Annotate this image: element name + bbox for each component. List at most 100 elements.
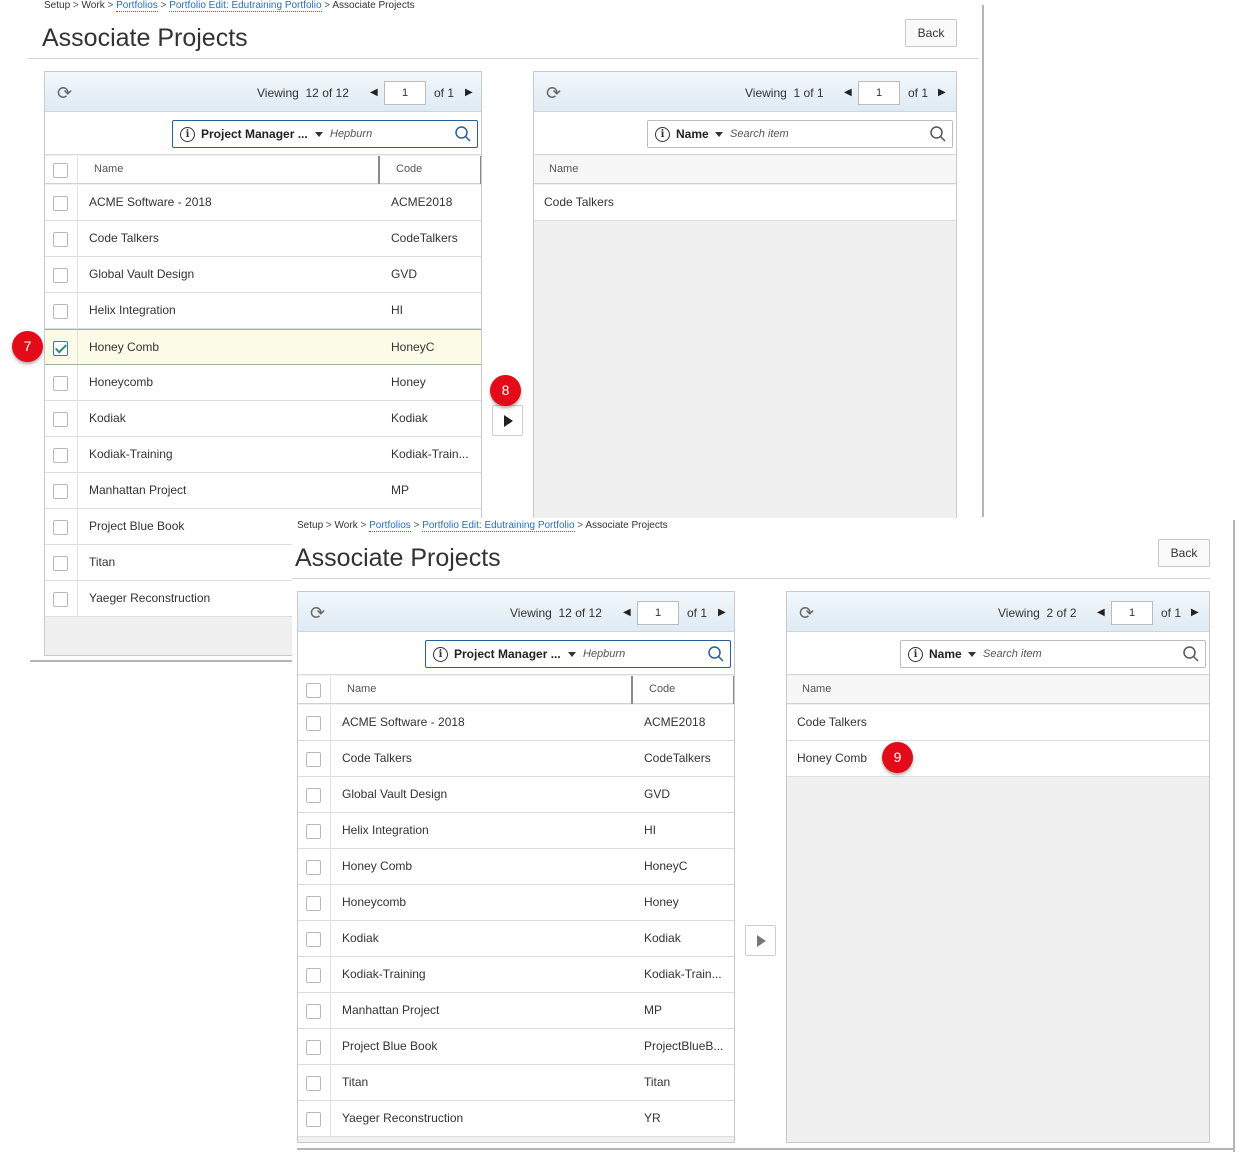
filter-field-select[interactable]: Name [676,127,709,141]
info-icon[interactable]: i [433,647,448,662]
search-icon[interactable] [454,125,472,143]
breadcrumb-work[interactable]: Work [335,520,358,531]
table-row[interactable]: ACME Software - 2018 ACME2018 [298,705,734,741]
move-right-button[interactable] [492,405,523,436]
row-checkbox[interactable] [53,520,68,535]
filter-value[interactable]: Hepburn [583,648,625,660]
chevron-down-icon[interactable] [568,652,576,657]
chevron-down-icon[interactable] [715,132,723,137]
filter-value[interactable]: Hepburn [330,128,372,140]
row-checkbox[interactable] [53,484,68,499]
column-header-code[interactable]: Code [396,163,422,175]
filter-field-select[interactable]: Project Manager ... [201,127,308,141]
column-header-name[interactable]: Name [347,683,376,695]
row-checkbox[interactable] [53,268,68,283]
row-checkbox[interactable] [306,752,321,767]
row-checkbox[interactable] [306,1112,321,1127]
page-input[interactable]: 1 [637,601,679,625]
breadcrumb-portfolio-edit[interactable]: Portfolio Edit: Edutraining Portfolio [169,0,322,12]
refresh-icon[interactable]: ⟳ [57,84,77,104]
info-icon[interactable]: i [180,127,195,142]
column-header-code[interactable]: Code [649,683,675,695]
table-row[interactable]: Honeycomb Honey [45,365,481,401]
table-row[interactable]: Global Vault Design GVD [298,777,734,813]
table-row[interactable]: Manhattan Project MP [45,473,481,509]
refresh-icon[interactable]: ⟳ [799,604,819,624]
row-checkbox[interactable] [53,232,68,247]
row-checkbox[interactable] [53,592,68,607]
row-checkbox[interactable] [306,860,321,875]
row-checkbox[interactable] [53,196,68,211]
next-page-icon[interactable]: ▶ [718,607,726,618]
select-all-checkbox[interactable] [306,683,321,698]
row-checkbox[interactable] [53,448,68,463]
row-checkbox[interactable] [306,932,321,947]
prev-page-icon[interactable]: ◀ [623,607,631,618]
row-checkbox[interactable] [306,1004,321,1019]
row-checkbox[interactable] [306,896,321,911]
prev-page-icon[interactable]: ◀ [844,87,852,98]
page-input[interactable]: 1 [858,81,900,105]
filter-box[interactable]: i Project Manager ... Hepburn [172,120,478,148]
table-row[interactable]: Global Vault Design GVD [45,257,481,293]
breadcrumb-setup[interactable]: Setup [44,0,70,11]
table-row[interactable]: Titan Titan [298,1065,734,1101]
breadcrumb-setup[interactable]: Setup [297,520,323,531]
table-row[interactable]: Kodiak Kodiak [45,401,481,437]
table-row[interactable]: Honey Comb HoneyC [45,329,481,365]
list-item[interactable]: Code Talkers [787,705,1209,741]
select-all-checkbox[interactable] [53,163,68,178]
row-checkbox[interactable] [306,716,321,731]
search-icon[interactable] [707,645,725,663]
filter-field-select[interactable]: Name [929,647,962,661]
breadcrumb-portfolios[interactable]: Portfolios [116,0,158,12]
column-header-name[interactable]: Name [94,163,123,175]
row-checkbox[interactable] [306,968,321,983]
row-checkbox[interactable] [306,1040,321,1055]
filter-box[interactable]: i Project Manager ... Hepburn [425,640,731,668]
column-header-name[interactable]: Name [802,683,831,695]
refresh-icon[interactable]: ⟳ [310,604,330,624]
move-right-button[interactable] [745,925,776,956]
table-row[interactable]: Kodiak-Training Kodiak-Train... [298,957,734,993]
search-input[interactable]: Search item [730,128,789,140]
search-icon[interactable] [1182,645,1200,663]
table-row[interactable]: Manhattan Project MP [298,993,734,1029]
table-row[interactable]: Helix Integration HI [45,293,481,329]
table-row[interactable]: Code Talkers CodeTalkers [45,221,481,257]
search-icon[interactable] [929,125,947,143]
row-checkbox[interactable] [53,304,68,319]
list-item[interactable]: Honey Comb [787,741,1209,777]
table-row[interactable]: Kodiak-Training Kodiak-Train... [45,437,481,473]
table-row[interactable]: Helix Integration HI [298,813,734,849]
table-row[interactable]: Honeycomb Honey [298,885,734,921]
row-checkbox[interactable] [53,341,68,356]
chevron-down-icon[interactable] [315,132,323,137]
filter-box[interactable]: i Name Search item [647,120,953,148]
page-input[interactable]: 1 [1111,601,1153,625]
filter-field-select[interactable]: Project Manager ... [454,647,561,661]
row-checkbox[interactable] [53,412,68,427]
next-page-icon[interactable]: ▶ [938,87,946,98]
refresh-icon[interactable]: ⟳ [546,84,566,104]
info-icon[interactable]: i [908,647,923,662]
back-button[interactable]: Back [905,19,957,47]
row-checkbox[interactable] [53,556,68,571]
row-checkbox[interactable] [53,376,68,391]
breadcrumb-work[interactable]: Work [82,0,105,11]
row-checkbox[interactable] [306,788,321,803]
table-row[interactable]: Kodiak Kodiak [298,921,734,957]
row-checkbox[interactable] [306,1076,321,1091]
search-input[interactable]: Search item [983,648,1042,660]
list-item[interactable]: Code Talkers [534,185,956,221]
next-page-icon[interactable]: ▶ [1191,607,1199,618]
next-page-icon[interactable]: ▶ [465,87,473,98]
back-button[interactable]: Back [1158,539,1210,567]
info-icon[interactable]: i [655,127,670,142]
breadcrumb-portfolios[interactable]: Portfolios [369,520,411,532]
column-header-name[interactable]: Name [549,163,578,175]
table-row[interactable]: Honey Comb HoneyC [298,849,734,885]
prev-page-icon[interactable]: ◀ [1097,607,1105,618]
prev-page-icon[interactable]: ◀ [370,87,378,98]
table-row[interactable]: Code Talkers CodeTalkers [298,741,734,777]
